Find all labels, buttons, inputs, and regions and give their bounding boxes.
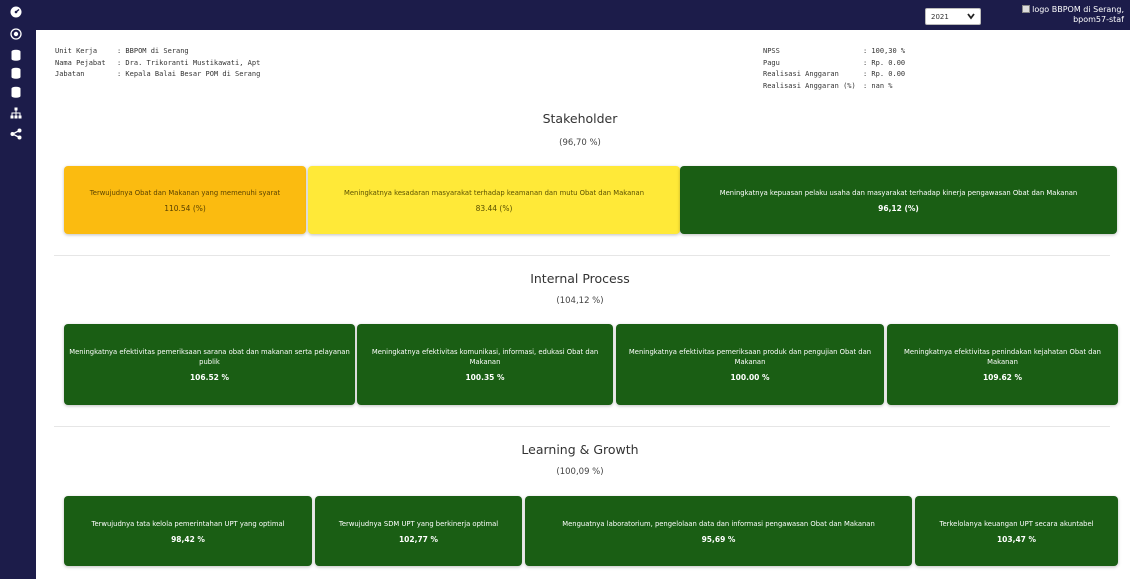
target-icon[interactable] [9, 27, 23, 41]
year-select[interactable]: 2021 [925, 8, 981, 25]
perspective-card[interactable]: Menguatnya laboratorium, pengelolaan dat… [525, 496, 912, 566]
sidebar-rail [0, 0, 36, 579]
info-value: : Dra. Trikoranti Mustikawati, Apt [117, 58, 261, 67]
info-label: Jabatan [55, 70, 85, 78]
database-icon[interactable] [9, 48, 23, 62]
info-value: : BBPOM di Serang [117, 47, 189, 55]
user-logo[interactable]: logo BBPOM di Serang, bpom57-staf [989, 5, 1130, 27]
perspective-card[interactable]: Terwujudnya SDM UPT yang berkinerja opti… [315, 496, 522, 566]
sitemap-icon[interactable] [9, 106, 23, 120]
card-value: 100.35 % [465, 373, 505, 382]
section-divider [54, 255, 1110, 256]
card-value: 109.62 % [982, 373, 1023, 382]
perspective-card[interactable]: Meningkatnya efektivitas pemeriksaan pro… [616, 324, 884, 405]
info-value: : Rp. 0.00 [863, 70, 906, 78]
info-value: : Kepala Balai Besar POM di Serang [117, 70, 261, 78]
card-label: Terwujudnya Obat dan Makanan yang memenu… [89, 188, 281, 197]
perspective-card[interactable]: Meningkatnya efektivitas penindakan keja… [887, 324, 1118, 405]
card-label: Meningkatnya efektivitas pemeriksaan pro… [628, 348, 872, 366]
perspective-card[interactable]: Terkelolanya keuangan UPT secara akuntab… [915, 496, 1118, 566]
card-label: Meningkatnya kesadaran masyarakat terhad… [343, 188, 645, 197]
officer-info: Unit Kerja : BBPOM di Serang Nama Pejabat… [55, 46, 260, 81]
broken-image-icon [1022, 5, 1031, 13]
section-title-stakeholder: Stakeholder [542, 111, 618, 126]
info-row: Unit Kerja : BBPOM di Serang [55, 46, 260, 58]
info-value: : Rp. 0.00 [863, 58, 906, 67]
section-title-internal-process: Internal Process [530, 271, 630, 286]
card-value: 96,12 (%) [878, 203, 919, 213]
database-icon[interactable] [9, 85, 23, 99]
info-label: Nama Pejabat [55, 58, 106, 67]
info-row: Nama Pejabat : Dra. Trikoranti Mustikawat… [55, 58, 260, 70]
card-value: 110.54 (%) [164, 203, 206, 213]
card-value: 103,47 % [996, 534, 1037, 544]
info-row: Realisasi Anggaran : Rp. 0.00 [763, 69, 905, 81]
card-value: 95,69 % [701, 534, 736, 544]
card-label: Terwujudnya SDM UPT yang berkinerja opti… [338, 519, 499, 528]
section-score-learning-growth: (100,09 %) [556, 467, 604, 477]
info-label: Unit Kerja [55, 47, 98, 55]
top-navbar: 2021 logo BBPOM di Serang, bpom57-staf [36, 0, 1130, 30]
perspective-card[interactable]: Meningkatnya efektivitas komunikasi, inf… [357, 324, 613, 405]
info-value: : 100,30 % [863, 47, 906, 55]
perspective-card[interactable]: Terwujudnya tata kelola pemerintahan UPT… [64, 496, 312, 566]
info-label: Realisasi Anggaran [763, 70, 839, 78]
info-row: NPSS : 100,30 % [763, 46, 905, 58]
info-value: : nan % [863, 81, 893, 90]
card-label: Meningkatnya efektivitas pemeriksaan sar… [69, 348, 350, 366]
section-score-internal-process: (104,12 %) [556, 296, 604, 306]
card-value: 100.00 % [730, 373, 770, 382]
card-label: Terkelolanya keuangan UPT secara akuntab… [939, 519, 1094, 528]
perspective-card[interactable]: Meningkatnya efektivitas pemeriksaan sar… [64, 324, 355, 405]
card-label: Meningkatnya efektivitas penindakan keja… [904, 348, 1101, 366]
card-value: 102,77 % [398, 534, 439, 544]
card-label: Meningkatnya kepuasan pelaku usaha dan m… [719, 188, 1078, 197]
perspective-card[interactable]: Meningkatnya kepuasan pelaku usaha dan m… [680, 166, 1117, 234]
card-value: 83.44 (%) [475, 203, 513, 213]
info-row: Jabatan : Kepala Balai Besar POM di Seran… [55, 69, 260, 81]
card-label: Meningkatnya efektivitas komunikasi, inf… [371, 348, 599, 366]
info-row: Realisasi Anggaran (%) : nan % [763, 81, 905, 93]
section-title-learning-growth: Learning & Growth [521, 442, 639, 457]
card-value: 106.52 % [189, 373, 230, 382]
card-label: Terwujudnya tata kelola pemerintahan UPT… [91, 519, 285, 528]
database-icon[interactable] [9, 66, 23, 80]
section-divider [54, 426, 1110, 427]
user-logo-alt: logo BBPOM di Serang, bpom57-staf [1032, 5, 1124, 24]
perspective-card[interactable]: Terwujudnya Obat dan Makanan yang memenu… [64, 166, 306, 234]
dashboard-icon[interactable] [9, 5, 23, 19]
info-label: Realisasi Anggaran (%) [763, 81, 856, 90]
chevron-down-icon [967, 13, 975, 20]
card-value: 98,42 % [171, 534, 205, 544]
perspective-card[interactable]: Meningkatnya kesadaran masyarakat terhad… [308, 166, 680, 234]
year-select-value: 2021 [931, 12, 949, 21]
info-label: NPSS [763, 47, 780, 55]
budget-info: NPSS : 100,30 % Pagu : Rp. 0.00 Realisasi … [763, 46, 905, 92]
card-label: Menguatnya laboratorium, pengelolaan dat… [562, 519, 875, 528]
info-row: Pagu : Rp. 0.00 [763, 58, 905, 70]
section-score-stakeholder: (96,70 %) [559, 138, 601, 148]
info-label: Pagu [763, 58, 780, 67]
share-icon[interactable] [9, 127, 23, 141]
